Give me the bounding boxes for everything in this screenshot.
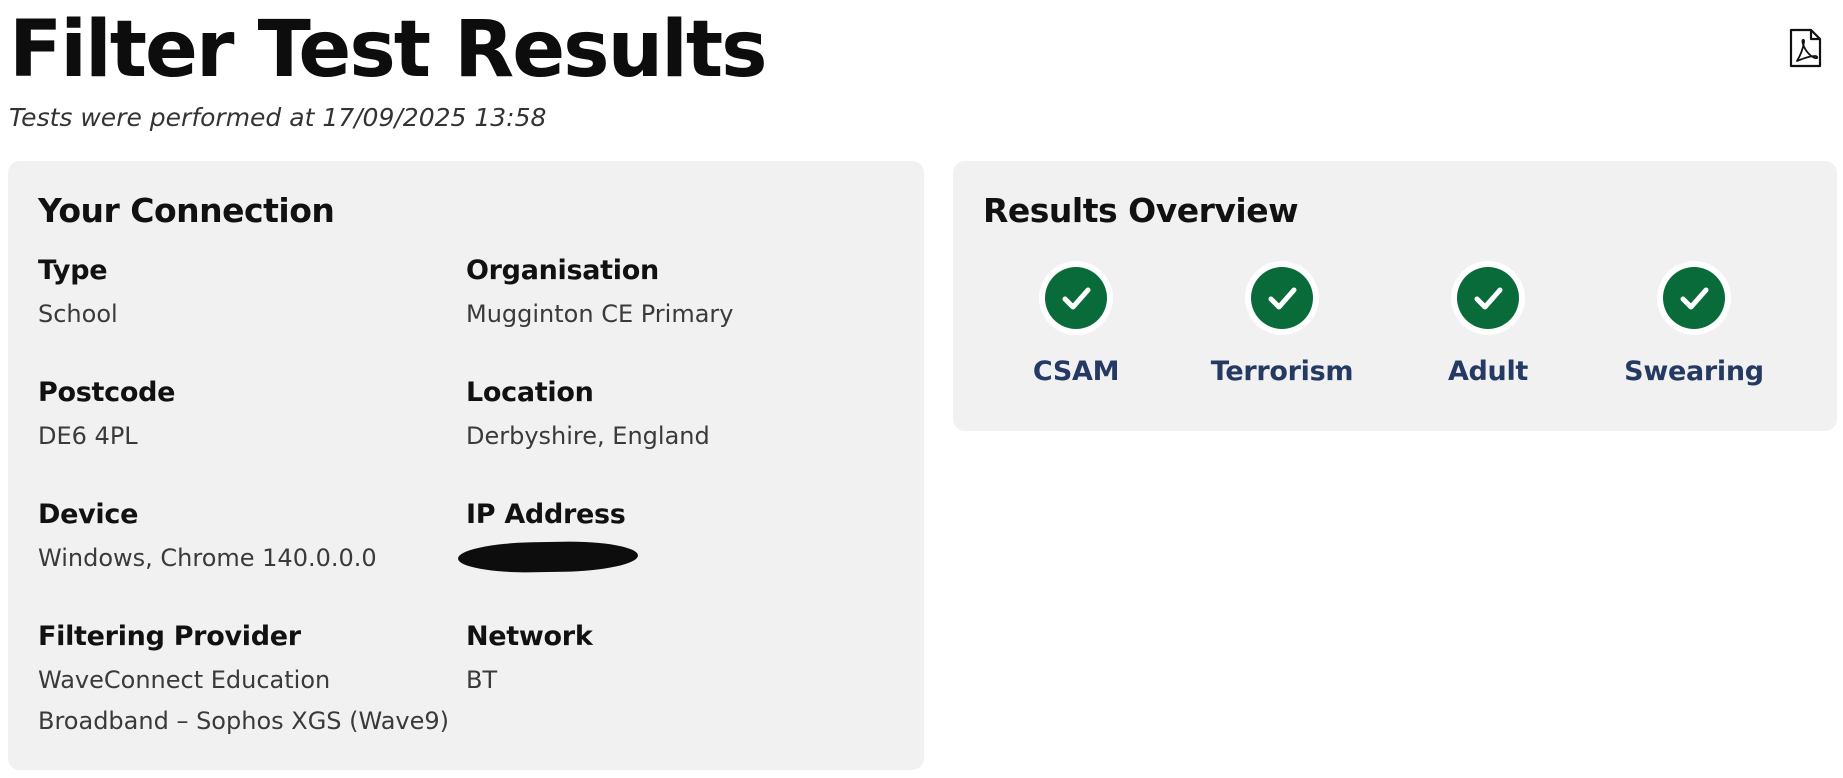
field-device: Device Windows, Chrome 140.0.0.0	[38, 498, 377, 579]
download-pdf-button[interactable]	[1787, 28, 1823, 68]
connection-card-title: Your Connection	[38, 191, 335, 230]
field-type: Type School	[38, 254, 118, 335]
results-overview-card: Results Overview CSAM Terrorism Adult Sw…	[953, 161, 1837, 431]
field-organisation: Organisation Mugginton CE Primary	[466, 254, 734, 335]
check-icon	[1680, 287, 1709, 310]
field-ip-address: IP Address	[457, 498, 639, 574]
result-adult: Adult	[1398, 261, 1578, 389]
field-value: Derbyshire, England	[466, 422, 710, 450]
field-label: Location	[466, 377, 594, 408]
pdf-icon	[1789, 28, 1822, 68]
field-label: Filtering Provider	[38, 621, 301, 652]
redacted-ip-value	[457, 540, 639, 574]
result-label: Adult	[1447, 356, 1529, 387]
status-badge	[1451, 261, 1525, 335]
field-filtering-provider: Filtering Provider WaveConnect Education…	[38, 620, 468, 742]
result-swearing: Swearing	[1604, 261, 1784, 389]
status-badge	[1039, 261, 1113, 335]
field-value: Mugginton CE Primary	[466, 300, 734, 328]
result-label: Swearing	[1624, 356, 1764, 387]
field-label: Type	[38, 255, 108, 286]
check-icon	[1062, 287, 1091, 310]
result-csam: CSAM	[986, 261, 1166, 389]
result-label: CSAM	[1032, 356, 1120, 387]
status-badge	[1245, 261, 1319, 335]
field-value: Windows, Chrome 140.0.0.0	[38, 544, 377, 572]
field-value: WaveConnect Education Broadband – Sophos…	[38, 666, 450, 735]
field-label: Organisation	[466, 255, 659, 286]
field-label: Postcode	[38, 377, 176, 408]
field-label: IP Address	[466, 499, 626, 530]
field-value: DE6 4PL	[38, 422, 138, 450]
field-value: BT	[466, 666, 498, 694]
connection-card: Your Connection Type School Organisation…	[8, 161, 924, 770]
field-label: Device	[38, 499, 139, 530]
field-network: Network BT	[466, 620, 593, 701]
field-postcode: Postcode DE6 4PL	[38, 376, 175, 457]
field-value: School	[38, 300, 118, 328]
result-label: Terrorism	[1210, 356, 1354, 387]
check-icon	[1474, 287, 1503, 310]
result-terrorism: Terrorism	[1192, 261, 1372, 389]
status-badge	[1657, 261, 1731, 335]
page-title: Filter Test Results	[9, 5, 768, 95]
test-timestamp: Tests were performed at 17/09/2025 13:58	[9, 103, 547, 132]
field-label: Network	[466, 621, 593, 652]
check-icon	[1268, 287, 1297, 310]
results-card-title: Results Overview	[983, 191, 1299, 230]
field-location: Location Derbyshire, England	[466, 376, 710, 457]
